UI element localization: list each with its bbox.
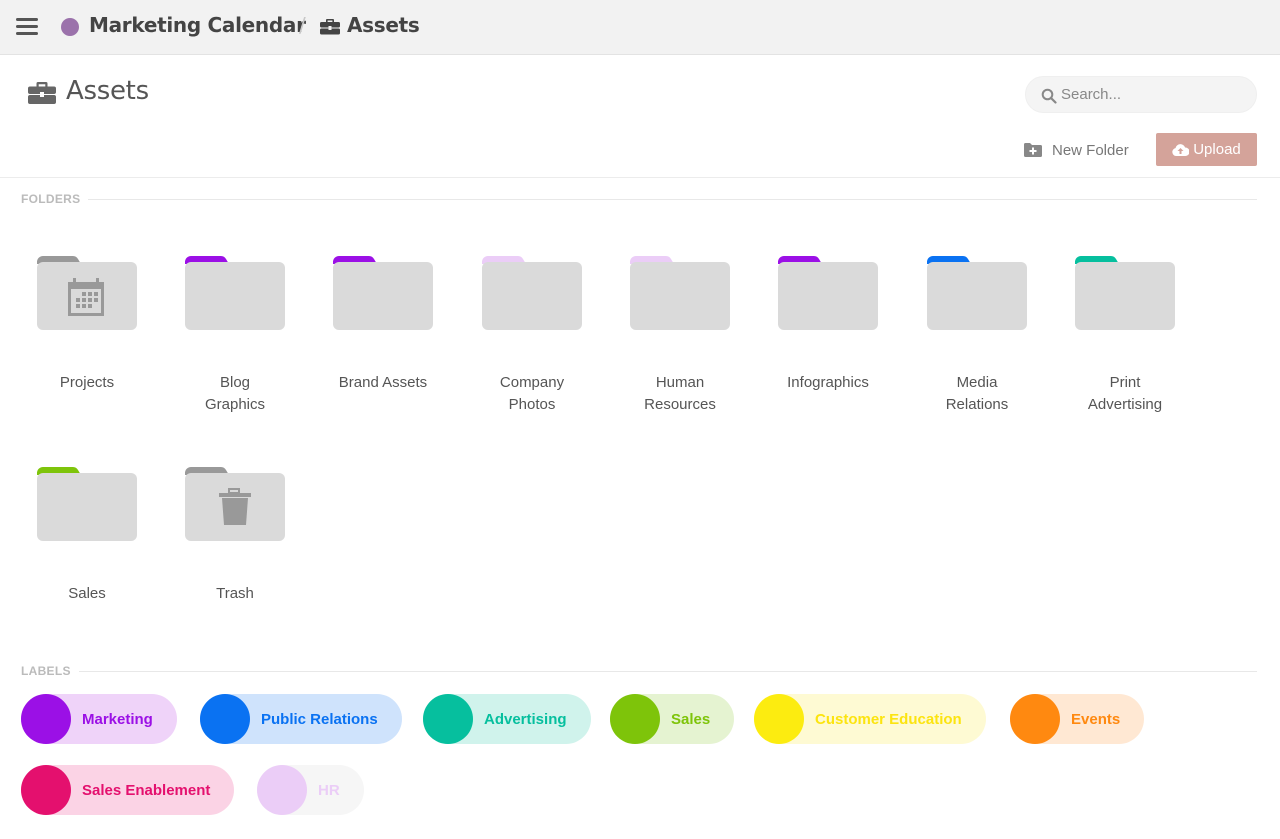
folders-heading-label: FOLDERS: [21, 192, 81, 206]
folder-icon: [1075, 256, 1175, 330]
folder-item[interactable]: Company Photos: [467, 252, 597, 416]
folder-name: Blog Graphics: [204, 374, 266, 413]
breadcrumb-project[interactable]: Marketing Calendar: [89, 13, 306, 37]
folder-icon: [37, 467, 137, 541]
page-title: Assets: [66, 76, 149, 106]
label-color-dot: [257, 765, 307, 815]
label-color-dot: [200, 694, 250, 744]
folder-name: Human Resources: [644, 374, 716, 413]
folder-item[interactable]: Print Advertising: [1060, 252, 1190, 416]
folder-item[interactable]: Trash: [170, 463, 300, 605]
folder-name: Company Photos: [499, 374, 565, 413]
label-chip[interactable]: Events: [1010, 694, 1145, 744]
folder-name: Brand Assets: [338, 374, 428, 391]
top-bar: Marketing Calendar / Assets: [0, 0, 1280, 55]
folder-icon: [482, 256, 582, 330]
calendar-icon: [68, 278, 104, 316]
label-name: Public Relations: [261, 710, 378, 728]
label-color-dot: [423, 694, 473, 744]
label-chip[interactable]: Advertising: [423, 694, 591, 744]
project-color-dot: [61, 18, 79, 36]
new-folder-button[interactable]: New Folder: [1024, 138, 1129, 162]
new-folder-label: New Folder: [1052, 141, 1129, 159]
folder-icon: [185, 467, 285, 541]
breadcrumb-separator: /: [299, 13, 306, 37]
folder-name: Infographics: [787, 374, 869, 391]
folder-plus-icon: [1024, 143, 1042, 157]
label-chip[interactable]: Marketing: [21, 694, 177, 744]
label-chip[interactable]: Sales: [610, 694, 735, 744]
folders-section-heading: FOLDERS: [21, 192, 1257, 206]
label-name: Customer Education: [815, 710, 962, 728]
folder-item[interactable]: Media Relations: [912, 252, 1042, 416]
folder-icon: [630, 256, 730, 330]
folder-icon: [333, 256, 433, 330]
label-chip[interactable]: HR: [257, 765, 364, 815]
folder-icon: [37, 256, 137, 330]
label-name: Advertising: [484, 710, 567, 728]
label-color-dot: [21, 694, 71, 744]
folder-item[interactable]: Sales: [22, 463, 152, 605]
upload-label: Upload: [1193, 141, 1241, 158]
folder-name: Projects: [59, 374, 115, 391]
folder-item[interactable]: Brand Assets: [318, 252, 448, 394]
label-chip[interactable]: Customer Education: [754, 694, 986, 744]
label-chip[interactable]: Sales Enablement: [21, 765, 235, 815]
folder-item[interactable]: Projects: [22, 252, 152, 394]
folder-name: Print Advertising: [1087, 374, 1163, 413]
search-input[interactable]: [1061, 77, 1251, 112]
label-name: Sales Enablement: [82, 781, 211, 799]
label-color-dot: [21, 765, 71, 815]
labels-section-heading: LABELS: [21, 664, 1257, 678]
label-name: Events: [1071, 710, 1121, 728]
search-box[interactable]: [1025, 76, 1257, 113]
folder-name: Media Relations: [945, 374, 1009, 413]
folder-item[interactable]: Infographics: [763, 252, 893, 394]
breadcrumb-current: Assets: [347, 13, 420, 37]
divider: [88, 198, 1257, 200]
label-chip[interactable]: Public Relations: [200, 694, 402, 744]
header-divider: [0, 177, 1280, 178]
label-name: HR: [318, 781, 340, 799]
folder-icon: [778, 256, 878, 330]
folder-icon: [927, 256, 1027, 330]
folder-name: Trash: [216, 585, 254, 602]
folder-icon: [185, 256, 285, 330]
cloud-upload-icon: [1172, 143, 1190, 156]
label-color-dot: [1010, 694, 1060, 744]
trash-icon: [219, 488, 251, 525]
folder-item[interactable]: Blog Graphics: [170, 252, 300, 416]
label-color-dot: [610, 694, 660, 744]
labels-heading-label: LABELS: [21, 664, 71, 678]
divider: [78, 670, 1257, 672]
label-color-dot: [754, 694, 804, 744]
folder-item[interactable]: Human Resources: [615, 252, 745, 416]
folder-name: Sales: [68, 585, 106, 602]
search-icon: [1041, 88, 1057, 104]
hamburger-menu-icon[interactable]: [16, 18, 38, 36]
upload-button[interactable]: Upload: [1156, 133, 1257, 166]
page-briefcase-icon: [28, 82, 56, 104]
label-name: Sales: [671, 710, 711, 728]
briefcase-icon: [320, 19, 340, 35]
label-name: Marketing: [82, 710, 153, 728]
